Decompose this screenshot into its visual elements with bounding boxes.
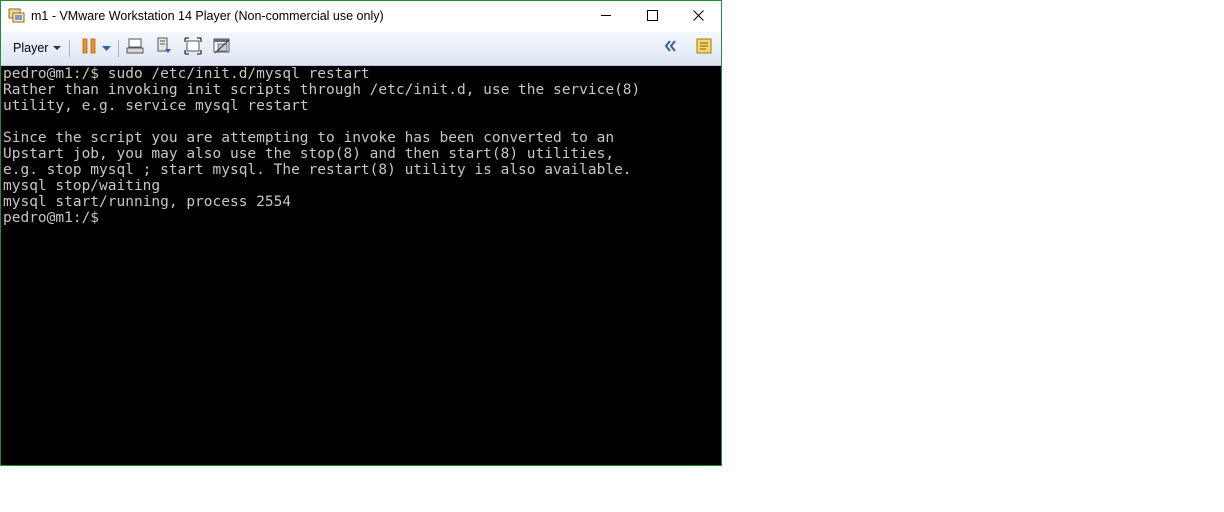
pause-icon (81, 38, 97, 59)
send-ctrl-alt-del-icon (126, 37, 144, 60)
maximize-button[interactable] (629, 1, 675, 32)
terminal-line: mysql start/running, process 2554 (3, 194, 292, 210)
title-bar[interactable]: m1 - VMware Workstation 14 Player (Non-c… (1, 1, 721, 32)
send-ctrl-alt-del-button[interactable] (125, 38, 145, 58)
terminal-line: utility, e.g. service mysql restart (3, 98, 309, 114)
terminal-line: e.g. stop mysql ; start mysql. The resta… (3, 162, 632, 178)
chevron-down-icon (53, 46, 62, 50)
vm-console[interactable]: pedro@m1:/$ sudo /etc/init.d/mysql resta… (1, 66, 721, 465)
pause-button[interactable] (79, 38, 99, 58)
removable-devices-icon (155, 37, 173, 60)
pause-dropdown-icon (101, 39, 111, 57)
minimize-button[interactable] (583, 1, 629, 32)
message-log-icon (695, 37, 713, 60)
toolbar-divider (69, 40, 70, 57)
collapse-library-icon (664, 39, 678, 58)
full-screen-icon (184, 36, 202, 60)
maximize-icon (646, 8, 658, 26)
terminal-line: pedro@m1:/$ sudo /etc/init.d/mysql resta… (3, 66, 370, 82)
vmware-player-window: m1 - VMware Workstation 14 Player (Non-c… (0, 0, 722, 466)
player-menu-button[interactable]: Player (8, 36, 66, 60)
minimize-icon (600, 8, 612, 26)
terminal-line: Since the script you are attempting to i… (3, 130, 615, 146)
terminal-line: mysql stop/waiting (3, 178, 161, 194)
terminal-line: Upstart job, you may also use the stop(8… (3, 146, 615, 162)
close-button[interactable] (675, 1, 721, 32)
collapse-library-button[interactable] (661, 38, 681, 58)
close-icon (692, 8, 704, 26)
removable-devices-button[interactable] (154, 37, 174, 60)
terminal-prompt: pedro@m1:/$ (3, 210, 100, 226)
unity-button[interactable] (212, 38, 232, 58)
terminal-line: Rather than invoking init scripts throug… (3, 82, 641, 98)
window-title: m1 - VMware Workstation 14 Player (Non-c… (31, 9, 384, 23)
full-screen-button[interactable] (183, 36, 203, 60)
toolbar-divider (118, 40, 119, 57)
vmware-player-icon[interactable] (8, 8, 26, 24)
pause-dropdown-button[interactable] (100, 38, 112, 58)
player-toolbar: Player (1, 32, 721, 66)
unity-icon (213, 37, 231, 60)
player-menu-label: Player (13, 41, 49, 55)
message-log-button[interactable] (694, 38, 714, 58)
